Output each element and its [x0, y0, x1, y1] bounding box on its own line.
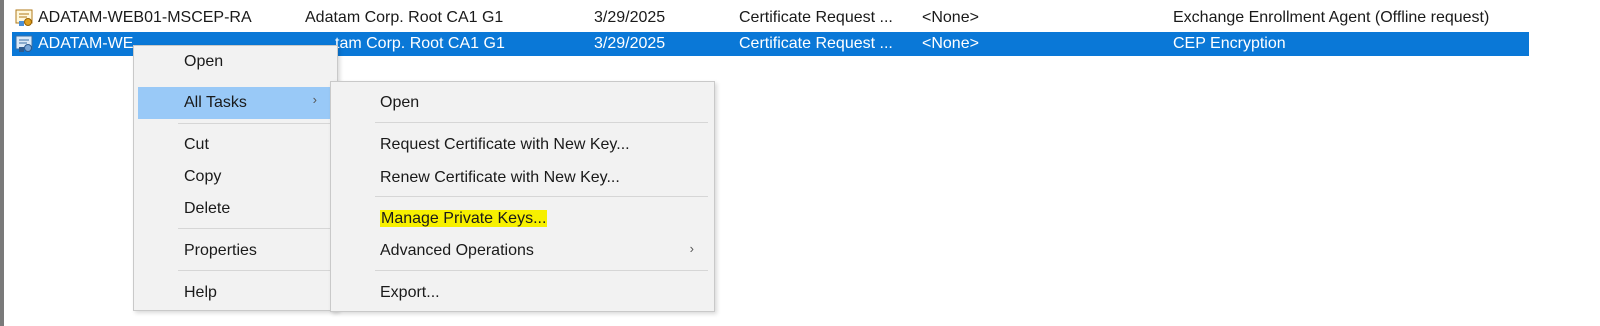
menu-item-cut[interactable]: Cut — [134, 129, 337, 161]
cert-expiration: 3/29/2025 — [594, 9, 666, 26]
cert-name: ADATAM-WEB01-MSCEP-RA — [38, 9, 252, 26]
submenu-item-manage-private-keys[interactable]: Manage Private Keys... — [331, 203, 714, 235]
submenu-item-request-new-key[interactable]: Request Certificate with New Key... — [331, 129, 714, 161]
pane-border — [0, 0, 4, 326]
all-tasks-submenu: Open Request Certificate with New Key...… — [330, 81, 715, 312]
cert-purposes: Certificate Request ... — [739, 9, 893, 26]
cert-issuer: tam Corp. Root CA1 G1 — [335, 35, 505, 52]
cert-template: Exchange Enrollment Agent (Offline reque… — [1173, 9, 1490, 26]
menu-item-label: Manage Private Keys... — [380, 209, 548, 229]
menu-item-copy[interactable]: Copy — [134, 161, 337, 193]
cert-expiration: 3/29/2025 — [594, 35, 666, 52]
menu-separator — [178, 228, 331, 229]
chevron-right-icon: › — [312, 92, 317, 107]
cert-template: CEP Encryption — [1173, 35, 1286, 52]
cert-friendly-name: <None> — [922, 9, 979, 26]
menu-item-label: All Tasks — [184, 94, 247, 111]
menu-item-help[interactable]: Help — [134, 277, 337, 309]
menu-separator — [178, 123, 331, 124]
marker-highlight: Manage Private Keys... — [380, 210, 548, 227]
menu-separator — [375, 122, 708, 123]
submenu-item-open[interactable]: Open — [331, 87, 714, 119]
menu-item-open[interactable]: Open — [134, 46, 337, 78]
certificate-icon — [14, 7, 36, 29]
menu-separator — [375, 270, 708, 271]
menu-item-label: Advanced Operations — [380, 242, 534, 259]
menu-item-label: Properties — [184, 242, 257, 259]
cert-name: ADATAM-WE — [38, 35, 134, 52]
menu-item-all-tasks[interactable]: All Tasks › — [138, 87, 331, 119]
menu-item-label: Open — [184, 53, 224, 70]
cert-issuer: Adatam Corp. Root CA1 G1 — [305, 9, 504, 26]
menu-separator — [178, 270, 331, 271]
context-menu: Open All Tasks › Cut Copy Delete Propert… — [133, 45, 338, 311]
cert-friendly-name: <None> — [922, 35, 979, 52]
submenu-item-export[interactable]: Export... — [331, 277, 714, 309]
chevron-right-icon: › — [689, 241, 694, 256]
menu-item-properties[interactable]: Properties — [134, 235, 337, 267]
menu-item-label: Help — [184, 284, 217, 301]
menu-separator — [375, 196, 708, 197]
menu-item-label: Open — [380, 94, 420, 111]
submenu-item-renew-new-key[interactable]: Renew Certificate with New Key... — [331, 162, 714, 194]
menu-item-label: Copy — [184, 168, 222, 185]
submenu-item-advanced-operations[interactable]: Advanced Operations › — [331, 235, 714, 267]
menu-item-label: Renew Certificate with New Key... — [380, 169, 620, 186]
menu-item-label: Request Certificate with New Key... — [380, 136, 630, 153]
cert-purposes: Certificate Request ... — [739, 35, 893, 52]
menu-item-label: Export... — [380, 284, 440, 301]
table-row[interactable]: ADATAM-WEB01-MSCEP-RA Adatam Corp. Root … — [12, 6, 1529, 30]
menu-item-delete[interactable]: Delete — [134, 193, 337, 225]
menu-item-label: Delete — [184, 200, 231, 217]
menu-item-label: Cut — [184, 136, 209, 153]
certificate-icon — [14, 33, 36, 55]
